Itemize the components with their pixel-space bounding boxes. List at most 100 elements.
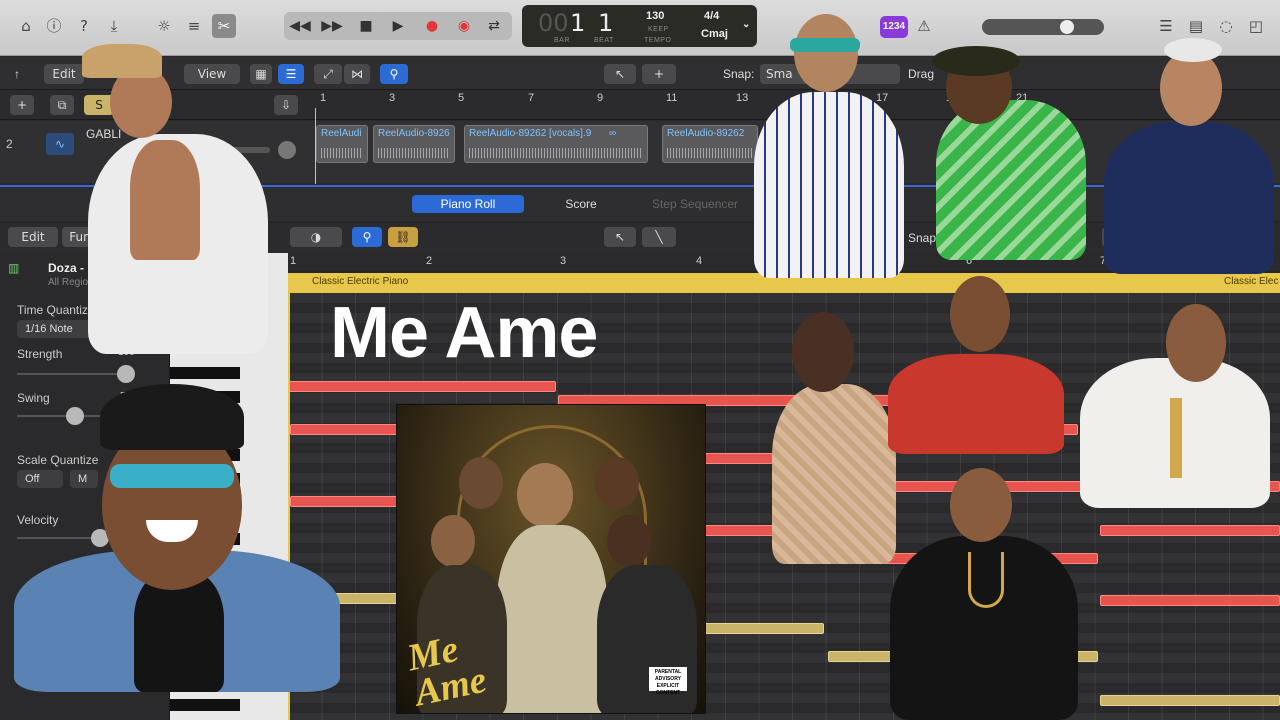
editor-ruler-number: 4 bbox=[696, 255, 703, 267]
editor-ruler-number: 2 bbox=[426, 255, 433, 267]
catch-icon[interactable]: ⚲ bbox=[380, 64, 408, 84]
play-icon[interactable]: ▶ bbox=[386, 14, 410, 38]
bar-value: 1 bbox=[570, 9, 586, 37]
tab-piano-roll[interactable]: Piano Roll bbox=[412, 195, 524, 213]
time-signature: 4/4 bbox=[704, 10, 720, 22]
ruler-number: 9 bbox=[597, 92, 604, 104]
waveform bbox=[378, 148, 450, 158]
tab-step-sequencer[interactable]: Step Sequencer bbox=[640, 195, 750, 213]
editor-catch-icon[interactable]: ⚲ bbox=[352, 227, 382, 247]
flex-icon[interactable]: ⋈ bbox=[344, 64, 370, 84]
time-quantize-label: Time Quantiz bbox=[17, 303, 88, 317]
midi-in-icon[interactable]: ◑ bbox=[290, 227, 342, 247]
tempo-caption: TEMPO bbox=[644, 37, 672, 44]
tracks-edit-menu[interactable]: Edit bbox=[44, 64, 84, 84]
person-photo bbox=[1080, 298, 1270, 508]
tempo-value: 130 bbox=[646, 10, 665, 22]
strength-label: Strength bbox=[17, 347, 63, 361]
album-title: Me Ame bbox=[403, 627, 491, 714]
midi-note[interactable] bbox=[1100, 525, 1280, 536]
waveform-icon: ∿ bbox=[46, 133, 74, 155]
lcd-display[interactable]: 00 1 1 BAR BEAT 130 KEEP TEMPO 4/4 Cmaj … bbox=[522, 5, 757, 47]
audio-region[interactable]: ReelAudi bbox=[316, 125, 368, 163]
editor-ruler-number: 1 bbox=[290, 255, 297, 267]
ruler-number: 3 bbox=[389, 92, 396, 104]
person-photo bbox=[80, 44, 275, 354]
person-photo bbox=[750, 12, 906, 278]
ruler-number: 11 bbox=[666, 92, 678, 104]
transport-controls: ◀◀ ▶▶ ■ ▶ ● ◉ ⇄ bbox=[284, 12, 512, 40]
bar-prefix: 00 bbox=[538, 9, 569, 37]
midi-note[interactable] bbox=[1100, 695, 1280, 706]
download-icon[interactable]: ⤓ bbox=[102, 14, 126, 38]
duplicate-track-icon[interactable]: ⧉ bbox=[50, 95, 74, 115]
waveform bbox=[667, 148, 753, 158]
catch-content-icon[interactable]: ⇩ bbox=[274, 95, 298, 115]
fast-forward-icon[interactable]: ▶▶ bbox=[320, 14, 344, 38]
keyboard-icon: ▥ bbox=[8, 261, 20, 275]
beat-value: 1 bbox=[598, 9, 614, 37]
audio-region[interactable]: ReelAudio-89262 [vocals].9 ∞ bbox=[464, 125, 648, 163]
back-icon[interactable]: ↑ bbox=[14, 65, 20, 83]
editor-pointer-tool-icon[interactable]: ↖ bbox=[604, 227, 636, 247]
automation-icon[interactable]: ⤢ bbox=[314, 64, 342, 84]
person-photo bbox=[886, 466, 1082, 720]
list-view-icon[interactable]: ☰ bbox=[278, 64, 304, 84]
add-track-icon[interactable]: + bbox=[10, 95, 34, 115]
help-icon[interactable]: ? bbox=[72, 14, 96, 38]
pointer-tool-icon[interactable]: ↖ bbox=[604, 64, 636, 84]
parental-advisory-label: PARENTAL ADVISORY EXPLICIT CONTENT bbox=[649, 667, 687, 696]
midi-note[interactable] bbox=[688, 623, 824, 634]
person-photo bbox=[878, 274, 1074, 454]
record-icon[interactable]: ● bbox=[420, 14, 444, 38]
loop-icon: ∞ bbox=[609, 128, 617, 139]
track-pan-knob[interactable] bbox=[278, 141, 296, 159]
logic-pro-window: ⌂ ⓘ ? ⤓ ☼ ≡ ✂ ◀◀ ▶▶ ■ ▶ ● ◉ ⇄ 00 1 1 BAR… bbox=[0, 0, 1280, 720]
library-icon[interactable]: ⌂ bbox=[14, 14, 38, 38]
tab-score[interactable]: Score bbox=[540, 195, 622, 213]
midi-note[interactable] bbox=[1100, 595, 1280, 606]
waveform bbox=[321, 148, 363, 158]
loops-icon[interactable]: ◌ bbox=[1214, 14, 1238, 38]
key-value: Cmaj bbox=[701, 28, 728, 40]
audio-region[interactable]: ReelAudio-8926 bbox=[373, 125, 455, 163]
keep-label: KEEP bbox=[648, 26, 669, 33]
browser-icon[interactable]: ◰ bbox=[1244, 14, 1268, 38]
playhead[interactable] bbox=[315, 108, 316, 184]
cycle-icon[interactable]: ⇄ bbox=[482, 14, 506, 38]
ruler-number: 13 bbox=[736, 92, 749, 104]
stop-icon[interactable]: ■ bbox=[354, 14, 378, 38]
region-name-right: Classic Elec bbox=[1224, 276, 1279, 287]
notepad-icon[interactable]: ▤ bbox=[1184, 14, 1208, 38]
ruler-number: 5 bbox=[458, 92, 465, 104]
audio-region[interactable]: ReelAudio-89262 bbox=[662, 125, 758, 163]
region-name: Classic Electric Piano bbox=[312, 276, 409, 287]
editor-track-name: Doza - bbox=[48, 261, 84, 275]
mixer-icon[interactable]: ≡ bbox=[182, 14, 206, 38]
rewind-icon[interactable]: ◀◀ bbox=[288, 14, 312, 38]
capture-record-icon[interactable]: ◉ bbox=[452, 14, 476, 38]
bar-caption: BAR bbox=[554, 37, 570, 44]
list-editors-icon[interactable]: ☰ bbox=[1154, 14, 1178, 38]
editor-edit-menu[interactable]: Edit bbox=[8, 227, 58, 247]
ruler-number: 7 bbox=[528, 92, 535, 104]
pencil-tool-icon[interactable]: ╲ bbox=[642, 227, 676, 247]
link-icon[interactable]: ⛓ bbox=[388, 227, 418, 247]
waveform bbox=[469, 148, 643, 158]
smart-controls-icon[interactable]: ☼ bbox=[152, 14, 176, 38]
beat-caption: BEAT bbox=[594, 37, 614, 44]
region-label: ReelAudi bbox=[321, 128, 362, 139]
strength-slider[interactable] bbox=[17, 365, 135, 383]
ruler-number: 1 bbox=[320, 92, 327, 104]
region-label: ReelAudio-8926 bbox=[378, 128, 450, 139]
album-cover: Me Ame PARENTAL ADVISORY EXPLICIT CONTEN… bbox=[396, 404, 706, 714]
region-label: ReelAudio-89262 bbox=[667, 128, 745, 139]
person-photo bbox=[906, 10, 1098, 260]
secondary-tool-icon[interactable]: + bbox=[642, 64, 676, 84]
info-icon[interactable]: ⓘ bbox=[42, 14, 66, 38]
scissors-icon[interactable]: ✂ bbox=[212, 14, 236, 38]
track-number: 2 bbox=[6, 137, 13, 151]
region-label: ReelAudio-89262 [vocals].9 bbox=[469, 128, 592, 139]
person-photo bbox=[1104, 36, 1274, 274]
overlay-title: Me Ame bbox=[330, 293, 598, 373]
